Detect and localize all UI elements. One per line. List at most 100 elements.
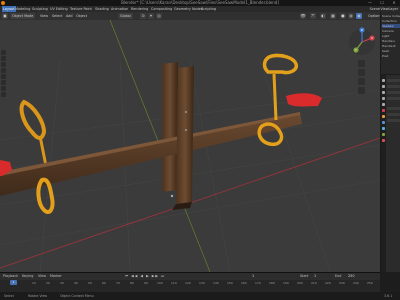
pivot-icon[interactable]: ⊙ [140,13,146,19]
outliner-row[interactable]: Seat [382,49,400,53]
frame-tick: 20 [46,281,50,285]
timeline-view-menu[interactable]: View [38,273,46,280]
outliner-panel: Scene Collection Collection SeeSaw Camer… [380,12,400,74]
start-frame-label: Start [300,274,309,278]
transform-tool-icon[interactable] [1,80,6,85]
scene-tab-icon[interactable] [382,103,385,106]
handle-right-top [262,53,299,75]
annotate-tool-icon[interactable] [1,86,6,91]
frame-ruler[interactable]: 10 20 30 40 50 60 70 80 90 100 110 120 1… [0,280,380,286]
outliner-row[interactable]: Handle.L [382,39,400,43]
tool-tab-icon[interactable] [382,79,385,82]
property-field[interactable] [387,79,400,82]
add-menu[interactable]: Add [64,13,75,19]
world-tab-icon[interactable] [382,109,385,112]
frame-tick: 100 [157,281,163,285]
property-field[interactable] [387,119,400,122]
select-tool-icon[interactable] [1,50,6,55]
zoom-icon[interactable] [358,60,365,67]
outliner-row[interactable]: Light [382,34,400,38]
outliner-row[interactable]: Collection [382,19,400,23]
status-context-hint: Object Context Menu [60,294,94,298]
cursor-tool-icon[interactable] [1,56,6,61]
end-frame-field[interactable]: 250 [348,273,354,280]
outliner-row[interactable]: Handle.R [382,44,400,48]
measure-tool-icon[interactable] [1,92,6,97]
property-field[interactable] [387,113,400,116]
navigation-gizmo[interactable]: X Y Z [349,27,375,55]
seesaw-beam [0,112,302,196]
property-field[interactable] [387,91,400,94]
frame-tick: 30 [60,281,64,285]
shading-solid-icon[interactable]: ● [340,13,346,19]
material-tab-icon[interactable] [382,139,385,142]
playback-menu[interactable]: Playback [3,273,18,280]
frame-tick: 180 [269,281,275,285]
view-buttons [358,60,365,94]
view-layer-tab-icon[interactable] [382,97,385,100]
start-frame-field[interactable]: 1 [314,273,316,280]
property-field[interactable] [387,97,400,100]
visibility-icon[interactable]: 👁 [300,13,306,19]
marker-menu[interactable]: Marker [50,273,62,280]
object-menu[interactable]: Object [74,13,89,19]
proportional-edit-icon[interactable]: ◎ [156,13,162,19]
frame-tick: 120 [185,281,191,285]
3d-viewport[interactable]: X Y Z [0,20,380,272]
pan-icon[interactable] [358,69,365,76]
move-tool-icon[interactable] [1,62,6,67]
frame-tick: 240 [353,281,359,285]
frame-tick: 190 [283,281,289,285]
property-field[interactable] [387,107,400,110]
bolt [170,194,174,198]
perspective-toggle-icon[interactable] [358,87,365,94]
shading-material-icon[interactable]: ◍ [348,13,354,19]
frame-tick: 40 [74,281,78,285]
gizmo-x-label: X [371,36,373,40]
frame-tick: 200 [297,281,303,285]
camera-view-icon[interactable] [358,78,365,85]
object-tab-icon[interactable] [382,115,385,118]
outliner-row[interactable]: Camera [382,29,400,33]
transform-orientation-dropdown[interactable]: Global [118,13,133,19]
select-menu[interactable]: Select [50,13,64,19]
current-frame-field[interactable]: 1 [252,273,254,280]
property-field[interactable] [387,85,400,88]
data-tab-icon[interactable] [382,133,385,136]
frame-tick: 90 [144,281,148,285]
output-tab-icon[interactable] [382,91,385,94]
frame-tick: 10 [32,281,36,285]
end-frame-label: End [335,274,342,278]
mode-dropdown[interactable]: Object Mode [10,13,36,19]
frame-tick: 170 [255,281,261,285]
frame-tick: 230 [339,281,345,285]
status-select-hint: Select [4,294,14,298]
playback-controls[interactable]: ⏮ ◀◀ ◀ ▶ ▶▶ ⏭ [125,273,165,278]
gizmo-z-label: Z [361,28,363,32]
gizmo-toggle-icon[interactable]: ⤧ [310,13,316,19]
handle-left-top [19,99,47,140]
shading-rendered-icon[interactable]: ◉ [356,13,362,19]
frame-tick: 70 [116,281,120,285]
outliner-row[interactable]: SeeSaw [382,24,400,28]
outliner-row[interactable]: Scene Collection [382,14,400,18]
handle-right-bar [272,73,278,121]
snap-icon[interactable]: ⌖ [148,13,154,19]
outliner-row[interactable]: Post [382,54,400,58]
rotate-tool-icon[interactable] [1,68,6,73]
keying-menu[interactable]: Keying [22,273,33,280]
render-tab-icon[interactable] [382,85,385,88]
timeline-header: Playback Keying View Marker ⏮ ◀◀ ◀ ▶ ▶▶ … [0,273,380,280]
modifier-tab-icon[interactable] [382,121,385,124]
xray-toggle-icon[interactable]: ▦ [330,13,336,19]
overlay-toggle-icon[interactable]: ◐ [320,13,326,19]
playhead[interactable]: 1 [10,280,17,285]
physics-tab-icon[interactable] [382,127,385,130]
scale-tool-icon[interactable] [1,74,6,79]
properties-panel [380,75,400,272]
timeline-panel: Playback Keying View Marker ⏮ ◀◀ ◀ ▶ ▶▶ … [0,272,380,293]
frame-tick: 160 [241,281,247,285]
view-menu[interactable]: View [38,13,50,19]
editor-type-icon[interactable]: ▣ [2,13,8,19]
frame-tick: 150 [227,281,233,285]
